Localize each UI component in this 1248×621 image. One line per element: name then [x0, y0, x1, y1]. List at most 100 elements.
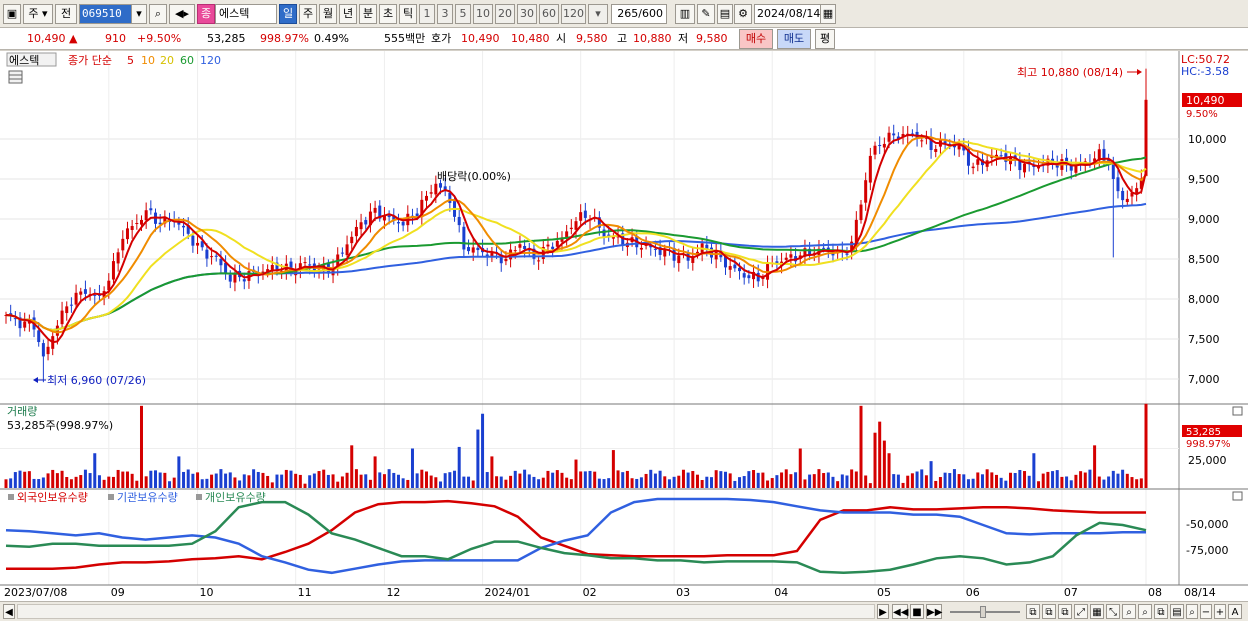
price-ytick-label: 8,500 — [1188, 253, 1220, 266]
layout-icon-1[interactable]: ⧉ — [1026, 604, 1040, 619]
volume-bar — [485, 472, 489, 488]
stop-icon[interactable]: ■ — [910, 604, 924, 619]
sound-icon[interactable]: ◀▸ — [169, 4, 195, 24]
interval-10-button[interactable]: 10 — [473, 4, 493, 24]
zoom-slider-handle[interactable] — [980, 606, 986, 618]
volume-pane-close-icon[interactable] — [1232, 406, 1243, 416]
volume-bar — [677, 475, 681, 488]
draw-tool-icon[interactable]: ✎ — [697, 4, 715, 24]
volume-current-pct: 998.97% — [1186, 439, 1231, 450]
rewind-icon[interactable]: ◀◀ — [892, 604, 908, 619]
volume-bar — [593, 471, 597, 488]
scroll-right-button[interactable]: ▶ — [877, 604, 889, 619]
jong-badge[interactable]: 종 — [197, 4, 215, 24]
period-type-select[interactable]: 주 ▾ — [23, 4, 53, 24]
scroll-bar[interactable]: ◀ ▶ ◀◀ ■ ▶▶ ⧉ ⧉ ⧉ ⤢ ▦ ⤡ ⌕ ⌕ ⧉ ▤ ⌕ − + A — [0, 601, 1248, 621]
count-field[interactable]: 265/600 — [611, 4, 667, 24]
candle-body — [125, 228, 129, 240]
window-menu-icon[interactable]: ▣ — [3, 4, 21, 24]
volume-bar — [261, 472, 265, 488]
copy-icon[interactable]: ⧉ — [1154, 604, 1168, 619]
layout-icon-2[interactable]: ⧉ — [1042, 604, 1056, 619]
sell-button[interactable]: 매도 — [777, 29, 811, 49]
fit-icon[interactable]: ⤢ — [1074, 604, 1088, 619]
chart-type-icon[interactable]: ▥ — [675, 4, 695, 24]
calendar-icon[interactable]: ▦ — [820, 4, 836, 24]
foreign-legend: 외국인보유수량 — [17, 491, 88, 504]
period-second-button[interactable]: 초 — [379, 4, 397, 24]
candle-body — [308, 264, 312, 266]
interval-1-button[interactable]: 1 — [419, 4, 435, 24]
zoom-out-button[interactable]: − — [1200, 604, 1212, 619]
interval-60-button[interactable]: 60 — [539, 4, 559, 24]
period-week-button[interactable]: 주 — [299, 4, 317, 24]
table-toggle-icon[interactable] — [8, 70, 23, 84]
chart-area[interactable]: 10,000 9,500 9,000 8,500 8,000 7,500 7,000 에스텍… — [0, 51, 1248, 601]
layout-icon-3[interactable]: ⧉ — [1058, 604, 1072, 619]
period-month-button[interactable]: 월 — [319, 4, 337, 24]
period-tick-button[interactable]: 틱 — [399, 4, 417, 24]
volume-bar — [79, 475, 83, 488]
eval-button[interactable]: 평 — [815, 29, 835, 49]
investor-pane-close-icon[interactable] — [1232, 491, 1243, 501]
volume-bar — [882, 440, 886, 488]
volume-bar — [1074, 474, 1078, 488]
zoom-in-button[interactable]: + — [1214, 604, 1226, 619]
period-minute-button[interactable]: 분 — [359, 4, 377, 24]
save-icon[interactable]: ▤ — [717, 4, 733, 24]
buy-button[interactable]: 매수 — [739, 29, 773, 49]
scroll-left-button[interactable]: ◀ — [3, 604, 15, 619]
volume-bar — [980, 474, 984, 488]
front-button[interactable]: 전 — [55, 4, 77, 24]
volume-bar — [1065, 476, 1069, 488]
candle-body — [971, 166, 975, 169]
volume-bar — [275, 474, 279, 488]
print-icon[interactable]: ▤ — [1170, 604, 1184, 619]
volume-bar — [672, 476, 676, 488]
volume-bar — [298, 474, 302, 488]
magnifier-icon[interactable]: ⌕ — [1138, 604, 1152, 619]
interval-120-button[interactable]: 120 — [561, 4, 586, 24]
interval-30-button[interactable]: 30 — [517, 4, 537, 24]
stock-chart[interactable]: 10,000 9,500 9,000 8,500 8,000 7,500 7,000 에스텍… — [0, 51, 1248, 601]
settings-icon[interactable]: ⚙ — [734, 4, 752, 24]
grid-icon[interactable]: ▦ — [1090, 604, 1104, 619]
volume-bar — [691, 471, 695, 488]
volume-bar — [439, 481, 443, 488]
candle-body — [677, 255, 681, 264]
interval-3-button[interactable]: 3 — [437, 4, 453, 24]
x-tick-label: 2024/01 — [485, 586, 531, 599]
pan-icon[interactable]: ⤡ — [1106, 604, 1120, 619]
candle-body — [551, 246, 555, 249]
period-year-button[interactable]: 년 — [339, 4, 357, 24]
fast-forward-icon[interactable]: ▶▶ — [926, 604, 942, 619]
volume-title: 거래량 — [7, 405, 37, 418]
volume-bar — [205, 478, 209, 488]
volume-bar — [1093, 445, 1097, 488]
zoom-area-icon[interactable]: ⌕ — [1122, 604, 1136, 619]
stock-name-input[interactable]: 에스텍 — [215, 4, 277, 24]
volume-bar — [565, 477, 569, 488]
volume-bar — [242, 474, 246, 488]
interval-5-button[interactable]: 5 — [455, 4, 471, 24]
volume-bar — [382, 474, 386, 488]
candle-body — [182, 225, 186, 228]
volume-bar — [224, 473, 228, 488]
code-dropdown-icon[interactable]: ▾ — [131, 4, 147, 24]
interval-20-button[interactable]: 20 — [495, 4, 515, 24]
search-icon[interactable]: ⌕ — [149, 4, 167, 24]
volume-bar — [499, 476, 503, 488]
open-label: 시 — [556, 32, 567, 45]
candle-body — [574, 221, 578, 230]
auto-scale-button[interactable]: A — [1228, 604, 1242, 619]
volume-bar — [966, 479, 970, 488]
interval-dropdown-icon[interactable]: ▾ — [588, 4, 608, 24]
volume-bar — [700, 480, 704, 488]
period-day-button[interactable]: 일 — [279, 4, 297, 24]
volume-bar — [1023, 471, 1027, 488]
candle-body — [111, 261, 115, 280]
volume-bar — [840, 474, 844, 488]
search-icon-2[interactable]: ⌕ — [1186, 604, 1198, 619]
volume-bar — [658, 470, 662, 488]
scroll-track[interactable] — [17, 604, 875, 619]
